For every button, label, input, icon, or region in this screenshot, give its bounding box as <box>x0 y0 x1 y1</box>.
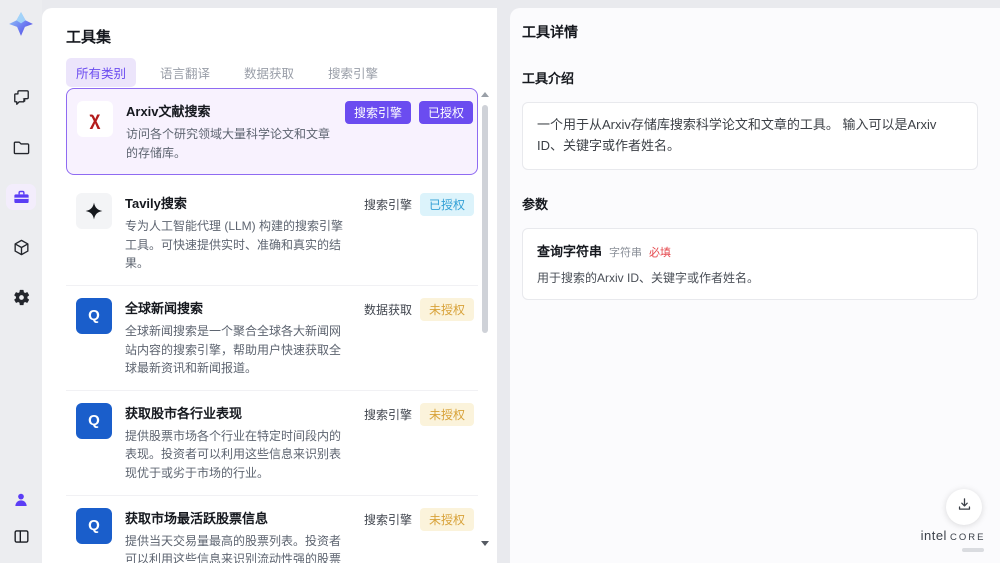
scroll-down-arrow-icon[interactable] <box>481 541 489 546</box>
param-type: 字符串 <box>609 246 643 259</box>
status-badge: 已授权 <box>419 193 474 217</box>
download-button[interactable] <box>946 489 982 525</box>
tool-list-panel: 工具集 所有类别 语言翻译 数据获取 搜索引擎 χ Arxiv文献搜索 访问各个… <box>42 8 497 563</box>
tab-language-translation[interactable]: 语言翻译 <box>150 58 220 87</box>
tool-name: Arxiv文献搜索 <box>126 104 211 119</box>
category-label: 数据获取 <box>363 302 412 317</box>
sidebar-item-collapse[interactable] <box>6 523 36 549</box>
intel-wordmark: intel <box>920 528 947 543</box>
params-heading: 参数 <box>522 196 549 212</box>
scroll-up-arrow-icon[interactable] <box>481 92 489 97</box>
sparkle-icon <box>76 193 112 230</box>
category-badge: 搜索引擎 <box>344 101 411 124</box>
download-icon <box>956 496 973 518</box>
tool-description: 专为人工智能代理 (LLM) 构建的搜索引擎工具。可快速提供实时、准确和真实的结… <box>125 219 344 271</box>
status-badge: 未授权 <box>419 507 474 531</box>
tab-all-categories[interactable]: 所有类别 <box>66 58 137 87</box>
sidebar-item-settings[interactable] <box>6 284 36 310</box>
sidebar-item-tools[interactable] <box>6 184 36 210</box>
tool-name: 全球新闻搜索 <box>125 300 204 316</box>
detail-title: 工具详情 <box>522 24 578 40</box>
news-search-icon: Q <box>76 297 112 334</box>
tool-description: 提供当天交易量最高的股票列表。投资者可以利用这些信息来识别流动性强的股票和潜在的… <box>125 533 342 563</box>
list-scrollbar[interactable] <box>481 92 489 558</box>
intel-core-sub-badge <box>962 548 984 552</box>
tool-name: 获取市场最活跃股票信息 <box>125 510 269 526</box>
param-description: 用于搜索的Arxiv ID、关键字或作者姓名。 <box>537 270 760 285</box>
intro-card: 一个用于从Arxiv存储库搜索科学论文和文章的工具。 输入可以是Arxiv ID… <box>522 102 978 170</box>
tool-description: 提供股票市场各个行业在特定时间段内的表现。投资者可以利用这些信息来识别表现优于或… <box>125 428 342 480</box>
user-icon <box>12 491 30 509</box>
folder-icon <box>12 138 31 157</box>
page-title: 工具集 <box>66 29 112 46</box>
category-label: 搜索引擎 <box>363 407 412 422</box>
stock-search-icon: Q <box>76 402 112 439</box>
category-tabs: 所有类别 语言翻译 数据获取 搜索引擎 <box>66 58 388 87</box>
toolbox-icon <box>12 188 31 207</box>
tool-name: Tavily搜索 <box>125 196 187 212</box>
intro-heading: 工具介绍 <box>522 71 575 86</box>
category-label: 搜索引擎 <box>363 512 412 527</box>
tool-card-global-news[interactable]: Q 全球新闻搜索 全球新闻搜索是一个聚合全球各大新闻网站内容的搜索引擎，帮助用户… <box>66 285 478 391</box>
core-wordmark: CORE <box>949 532 986 543</box>
status-badge: 已授权 <box>418 101 473 124</box>
param-required-flag: 必填 <box>649 246 672 259</box>
sidebar-item-files[interactable] <box>6 134 36 160</box>
tool-card-tavily[interactable]: Tavily搜索 专为人工智能代理 (LLM) 构建的搜索引擎工具。可快速提供实… <box>66 181 478 286</box>
app-sidebar <box>0 0 42 563</box>
tab-data-fetch[interactable]: 数据获取 <box>234 58 304 87</box>
status-badge: 未授权 <box>419 402 474 426</box>
status-badge: 未授权 <box>419 297 474 321</box>
sidebar-item-plugins[interactable] <box>6 234 36 260</box>
tab-search-engine[interactable]: 搜索引擎 <box>318 58 388 87</box>
chat-icon <box>12 88 31 107</box>
tool-description: 全球新闻搜索是一个聚合全球各大新闻网站内容的搜索引擎，帮助用户快速获取全球最新资… <box>125 323 342 376</box>
tool-detail-panel: 工具详情 工具介绍 一个用于从Arxiv存储库搜索科学论文和文章的工具。 输入可… <box>510 8 1000 563</box>
tool-card-arxiv[interactable]: χ Arxiv文献搜索 访问各个研究领域大量科学论文和文章的存储库。 搜索引擎 … <box>66 88 478 176</box>
param-card: 查询字符串 字符串 必填 用于搜索的Arxiv ID、关键字或作者姓名。 <box>522 227 978 300</box>
tool-name: 获取股市各行业表现 <box>125 405 243 421</box>
tool-card-stock-sectors[interactable]: Q 获取股市各行业表现 提供股票市场各个行业在特定时间段内的表现。投资者可以利用… <box>66 390 478 496</box>
scrollbar-thumb[interactable] <box>482 105 488 333</box>
sidebar-item-chat[interactable] <box>6 84 36 110</box>
app-logo-icon[interactable] <box>8 10 34 38</box>
sidebar-item-profile[interactable] <box>6 487 36 513</box>
intel-core-logo: intel CORE <box>920 527 986 552</box>
arxiv-icon: χ <box>77 101 113 137</box>
panels-icon <box>12 527 31 546</box>
tool-description: 访问各个研究领域大量科学论文和文章的存储库。 <box>126 127 331 160</box>
intro-text: 一个用于从Arxiv存储库搜索科学论文和文章的工具。 输入可以是Arxiv ID… <box>537 117 937 153</box>
param-name: 查询字符串 <box>537 243 603 259</box>
category-label: 搜索引擎 <box>363 198 412 213</box>
cube-icon <box>12 238 31 257</box>
tool-card-active-stocks[interactable]: Q 获取市场最活跃股票信息 提供当天交易量最高的股票列表。投资者可以利用这些信息… <box>66 495 478 563</box>
tool-list: χ Arxiv文献搜索 访问各个研究领域大量科学论文和文章的存储库。 搜索引擎 … <box>66 88 478 563</box>
stock-search-icon: Q <box>76 507 112 544</box>
gear-icon <box>12 288 31 307</box>
